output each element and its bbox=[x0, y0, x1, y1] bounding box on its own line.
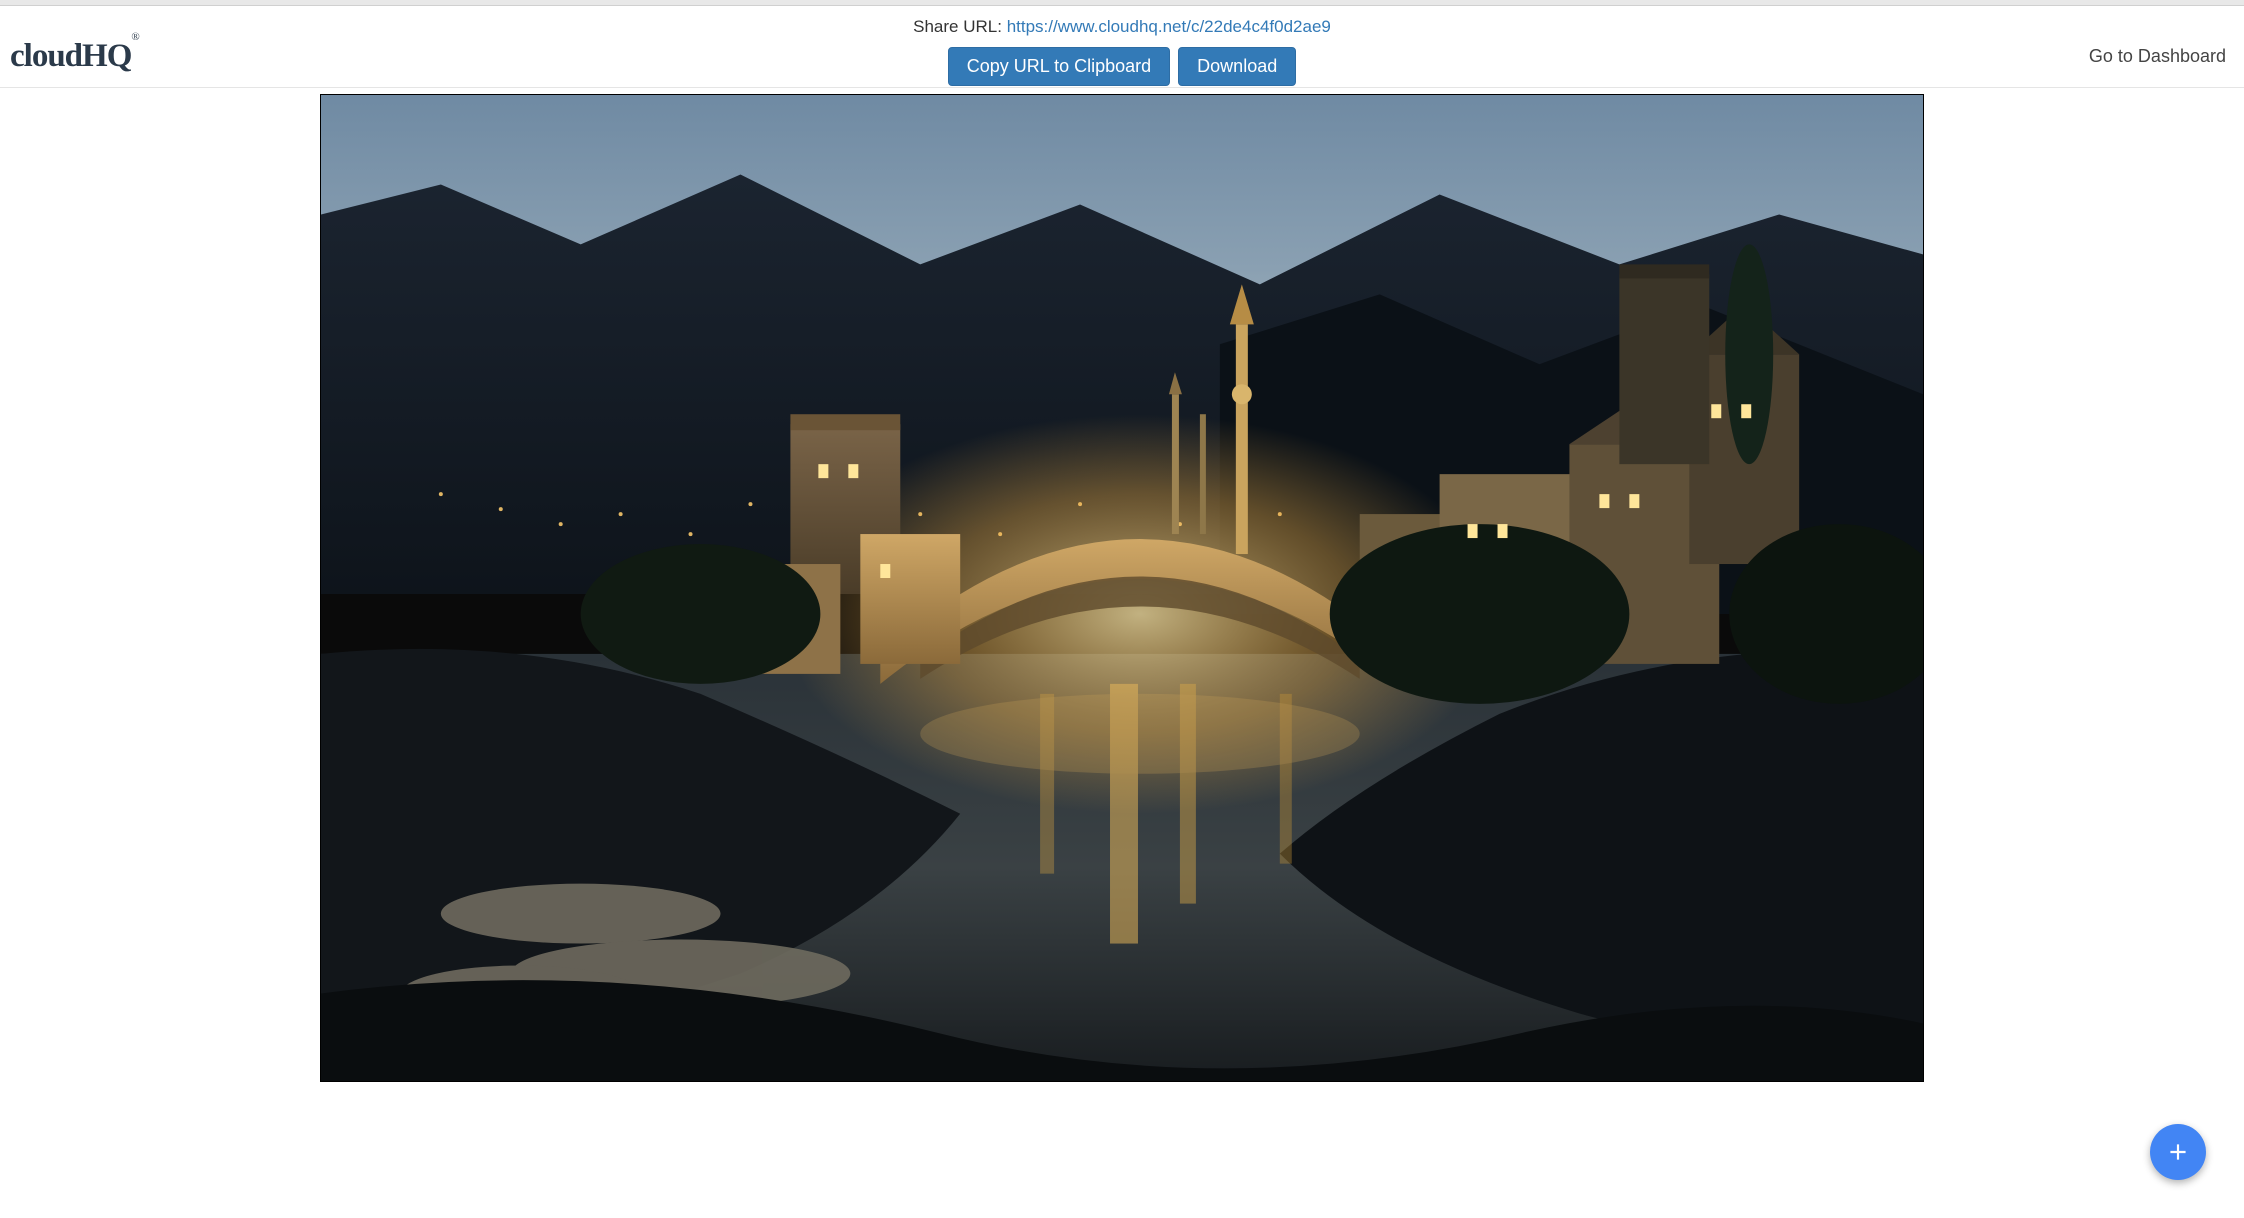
share-center-block: Share URL: https://www.cloudhq.net/c/22d… bbox=[913, 7, 1331, 86]
logo-text: cloudHQ bbox=[10, 38, 131, 74]
share-url-row: Share URL: https://www.cloudhq.net/c/22d… bbox=[913, 17, 1331, 37]
share-url-label: Share URL: bbox=[913, 17, 1007, 36]
header-bar: cloudHQ® Share URL: https://www.cloudhq.… bbox=[0, 6, 2244, 88]
go-to-dashboard-link[interactable]: Go to Dashboard bbox=[2089, 46, 2226, 67]
copy-url-button[interactable]: Copy URL to Clipboard bbox=[948, 47, 1170, 86]
share-url-link[interactable]: https://www.cloudhq.net/c/22de4c4f0d2ae9 bbox=[1007, 17, 1331, 36]
floating-action-button[interactable] bbox=[2150, 1124, 2206, 1180]
download-button[interactable]: Download bbox=[1178, 47, 1296, 86]
logo-registered: ® bbox=[131, 31, 138, 43]
button-row: Copy URL to Clipboard Download bbox=[913, 47, 1331, 86]
image-illustration bbox=[321, 95, 1923, 1081]
content-area bbox=[0, 88, 2244, 1082]
plus-icon bbox=[2165, 1139, 2191, 1165]
shared-image bbox=[320, 94, 1924, 1082]
cloudhq-logo[interactable]: cloudHQ® bbox=[10, 38, 139, 75]
